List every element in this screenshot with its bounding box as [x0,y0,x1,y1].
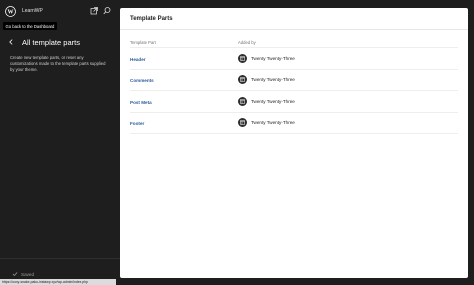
dashboard-tooltip: Go back to the Dashboard [3,22,57,30]
table-row: Header Twenty Twenty-Three [130,48,458,70]
table-row: Footer Twenty Twenty-Three [130,113,458,134]
top-bar: W LearnWP [0,0,120,24]
wordpress-logo-icon[interactable]: W [5,6,16,17]
theme-name: Twenty Twenty-Three [251,120,295,125]
theme-name: Twenty Twenty-Three [251,98,295,104]
browser-status-url: https://ooxy-snake-paku-instawp.xyz/wp-a… [0,279,116,285]
column-header-added-by: Added by [238,40,256,45]
added-by-cell: Twenty Twenty-Three [238,75,295,85]
theme-layout-icon [238,75,247,84]
template-part-link[interactable]: Comments [130,78,154,83]
sidebar-description: Create new template parts, or reset any … [10,55,106,72]
table-header-row: Template Part Added by [130,38,458,48]
added-by-cell: Twenty Twenty-Three [238,96,295,106]
theme-layout-icon [238,53,247,63]
panel-title: Template Parts [130,16,173,22]
table-row: Comments Twenty Twenty-Three [130,70,458,91]
panel-header: Template Parts [120,8,468,30]
sidebar-title: All template parts [22,38,80,47]
theme-layout-icon [238,96,247,106]
theme-name: Twenty Twenty-Three [251,77,295,82]
template-parts-table: Template Part Added by Header Twenty Twe… [130,38,458,134]
template-parts-panel: Template Parts Template Part Added by He… [120,8,468,278]
added-by-cell: Twenty Twenty-Three [238,53,295,63]
search-icon[interactable] [102,6,112,16]
template-part-link[interactable]: Post Meta [130,100,152,105]
site-name[interactable]: LearnWP [22,8,43,14]
saved-status: Saved [21,271,35,277]
svg-text:W: W [7,10,13,16]
chevron-left-icon[interactable] [7,38,15,46]
theme-layout-icon [238,118,247,127]
external-view-icon[interactable] [89,6,99,16]
table-row: Post Meta Twenty Twenty-Three [130,91,458,113]
added-by-cell: Twenty Twenty-Three [238,118,295,128]
checkmark-icon [12,272,18,277]
sidebar-footer: Saved [0,258,120,280]
column-header-template-part: Template Part [130,40,156,45]
template-part-link[interactable]: Footer [130,121,144,126]
theme-name: Twenty Twenty-Three [251,55,295,61]
template-part-link[interactable]: Header [130,57,146,62]
